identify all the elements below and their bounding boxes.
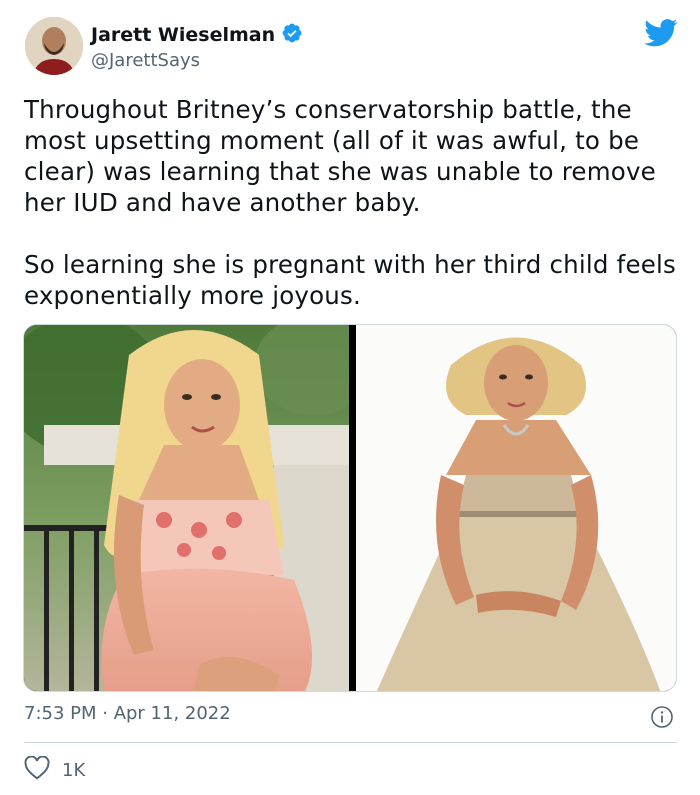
avatar-photo: [25, 17, 83, 75]
media-photo-left[interactable]: [24, 325, 349, 691]
tweet-timestamp[interactable]: 7:53 PM · Apr 11, 2022: [24, 703, 231, 724]
like-count: 1K: [62, 760, 86, 781]
verified-badge-icon: [281, 22, 303, 48]
divider: [24, 742, 677, 743]
media-photo-right[interactable]: [356, 325, 676, 691]
tweet-paragraph-2: So learning she is pregnant with her thi…: [24, 250, 676, 310]
tweet-media[interactable]: [23, 324, 677, 692]
heart-icon[interactable]: [24, 755, 50, 785]
author-handle[interactable]: @JarettSays: [91, 50, 200, 71]
avatar[interactable]: [25, 17, 83, 75]
twitter-bird-icon[interactable]: [644, 18, 678, 48]
tweet-paragraph-1: Throughout Britney’s conservatorship bat…: [24, 95, 656, 217]
info-icon[interactable]: [650, 705, 674, 729]
author-display-name[interactable]: Jarett Wieselman: [91, 24, 275, 46]
author-name-row[interactable]: Jarett Wieselman: [91, 22, 303, 48]
tweet-text: Throughout Britney’s conservatorship bat…: [24, 94, 679, 311]
like-action[interactable]: 1K: [24, 755, 86, 785]
